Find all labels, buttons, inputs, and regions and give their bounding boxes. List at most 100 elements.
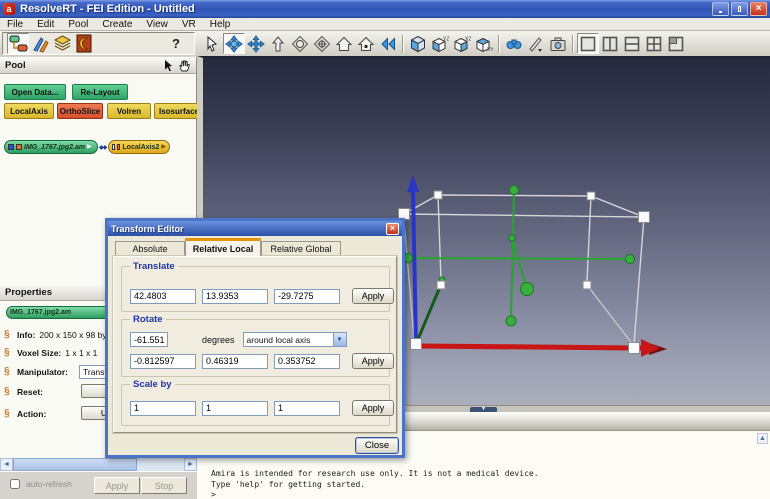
help-button[interactable]: ? xyxy=(172,36,180,51)
x-axis-red xyxy=(418,346,642,348)
translate-x-field[interactable] xyxy=(130,289,196,304)
tab-relative-local[interactable]: Relative Local xyxy=(185,238,261,256)
transform-editor-dialog[interactable]: Transform Editor × Absolute Relative Loc… xyxy=(105,218,405,458)
console-prompt[interactable]: > xyxy=(211,490,216,499)
rotate-axis-x-field[interactable] xyxy=(130,354,196,369)
trackball-tool-button[interactable] xyxy=(223,33,245,54)
dialog-close-icon[interactable]: × xyxy=(386,223,399,235)
pointer-cursor-icon[interactable] xyxy=(163,59,174,72)
scrollbar-thumb[interactable] xyxy=(13,458,137,471)
menu-vr[interactable]: VR xyxy=(175,18,203,31)
footer-stop-button[interactable]: Stop xyxy=(141,477,187,494)
menu-pool[interactable]: Pool xyxy=(61,18,95,31)
re-layout-button[interactable]: Re-Layout xyxy=(72,84,128,100)
rotate-axis-mode-select[interactable]: around local axis ▼ xyxy=(243,332,347,347)
module-port-white xyxy=(112,144,115,150)
pan-tool-button[interactable] xyxy=(245,33,267,54)
rotate-tool-button[interactable] xyxy=(289,33,311,54)
layout-quad-button[interactable] xyxy=(643,33,665,54)
open-data-button[interactable]: Open Data... xyxy=(4,84,66,100)
rotate-angle-field[interactable] xyxy=(130,332,168,347)
seek-tool-button[interactable] xyxy=(311,33,333,54)
segmentation-editor-button[interactable] xyxy=(29,33,51,54)
properties-scrollbar[interactable]: ◄ ► xyxy=(0,458,197,471)
selected-module-label: IMG_1767.jpg2.am xyxy=(10,309,71,316)
title-bar[interactable]: a ResolveRT - FEI Edition - Untitled × xyxy=(0,0,770,18)
svg-text:XY: XY xyxy=(487,47,493,53)
view-yz-button[interactable]: YZ xyxy=(429,33,451,54)
console-scroll-up-arrow[interactable]: ▲ xyxy=(757,433,768,444)
layout-single-button[interactable] xyxy=(577,33,599,54)
scale-z-field[interactable] xyxy=(274,401,340,416)
volume-rendering-button[interactable] xyxy=(73,33,95,54)
layout-pip-button[interactable] xyxy=(665,33,687,54)
measure-button[interactable] xyxy=(525,33,547,54)
rotate-apply-button[interactable]: Apply xyxy=(352,353,394,369)
module-connection: ◆◆ xyxy=(99,144,106,151)
scroll-left-arrow[interactable]: ◄ xyxy=(0,458,13,471)
scale-y-field[interactable] xyxy=(202,401,268,416)
data-module-pill[interactable]: IMG_1767.jpg2.am ▶ xyxy=(4,140,98,154)
footer-panel: auto-refresh Apply Stop xyxy=(0,471,197,499)
dialog-title-bar[interactable]: Transform Editor × xyxy=(108,221,402,236)
trackball-icon xyxy=(225,35,243,53)
snapshot-button[interactable] xyxy=(547,33,569,54)
footer-apply-button[interactable]: Apply xyxy=(94,477,140,494)
viewer-toolbar: YZ XZ XY xyxy=(197,31,770,56)
layout-two-horizontal-button[interactable] xyxy=(621,33,643,54)
view-xy-button[interactable]: XY xyxy=(473,33,495,54)
menu-file[interactable]: File xyxy=(0,18,30,31)
y-axis-green xyxy=(416,282,442,344)
tab-relative-global[interactable]: Relative Global xyxy=(261,241,341,256)
layout-two-vertical-button[interactable] xyxy=(599,33,621,54)
hand-cursor-icon[interactable] xyxy=(178,59,191,72)
view-perspective-button[interactable] xyxy=(407,33,429,54)
rotate-axis-z-field[interactable] xyxy=(274,354,340,369)
auto-refresh-checkbox[interactable] xyxy=(10,479,20,489)
translate-y-field[interactable] xyxy=(202,289,268,304)
app-icon: a xyxy=(3,3,15,15)
pointer-tool-button[interactable] xyxy=(201,33,223,54)
translate-z-field[interactable] xyxy=(274,289,340,304)
menu-edit[interactable]: Edit xyxy=(30,18,61,31)
stereo-button[interactable] xyxy=(503,33,525,54)
menu-create[interactable]: Create xyxy=(95,18,139,31)
module-expand-arrow[interactable]: ▶ xyxy=(87,144,92,150)
z-axis-arrowhead xyxy=(407,175,419,192)
pool-header: Pool xyxy=(0,57,196,74)
measure-icon xyxy=(527,35,545,53)
translate-apply-button[interactable]: Apply xyxy=(352,288,394,304)
binoculars-icon xyxy=(505,35,523,53)
tab-absolute[interactable]: Absolute xyxy=(115,241,185,256)
module-port-orange xyxy=(117,144,120,150)
scale-apply-button[interactable]: Apply xyxy=(352,400,394,416)
scroll-right-arrow[interactable]: ► xyxy=(184,458,197,471)
orthoslice-button[interactable]: OrthoSlice xyxy=(57,103,103,119)
volren-button[interactable]: Volren xyxy=(107,103,151,119)
selected-module-pill[interactable]: IMG_1767.jpg2.am xyxy=(6,306,116,319)
properties-title: Properties xyxy=(5,287,52,298)
module-expand-arrow[interactable]: ▶ xyxy=(161,144,166,150)
localaxis-button[interactable]: LocalAxis xyxy=(4,103,54,119)
toolbar-separator xyxy=(498,35,500,53)
auto-refresh-label: auto-refresh xyxy=(26,479,72,489)
view-xz-button[interactable]: XZ xyxy=(451,33,473,54)
restore-button[interactable] xyxy=(731,2,748,16)
window-title: ResolveRT - FEI Edition - Untitled xyxy=(20,3,195,15)
minimize-button[interactable] xyxy=(712,2,729,16)
toolbar-separator xyxy=(402,35,404,53)
view-all-button[interactable] xyxy=(377,33,399,54)
pool-view-button[interactable] xyxy=(7,33,29,54)
localaxis2-module-pill[interactable]: LocalAxis2 ▶ xyxy=(108,140,170,154)
set-home-button[interactable] xyxy=(355,33,377,54)
zoom-tool-button[interactable] xyxy=(267,33,289,54)
layers-button[interactable] xyxy=(51,33,73,54)
scale-x-field[interactable] xyxy=(130,401,196,416)
menu-help[interactable]: Help xyxy=(203,18,238,31)
home-view-button[interactable] xyxy=(333,33,355,54)
minimize-icon xyxy=(719,11,722,13)
menu-view[interactable]: View xyxy=(139,18,175,31)
close-button[interactable]: × xyxy=(750,2,767,16)
rotate-axis-y-field[interactable] xyxy=(202,354,268,369)
dialog-close-button[interactable]: Close xyxy=(355,437,399,454)
